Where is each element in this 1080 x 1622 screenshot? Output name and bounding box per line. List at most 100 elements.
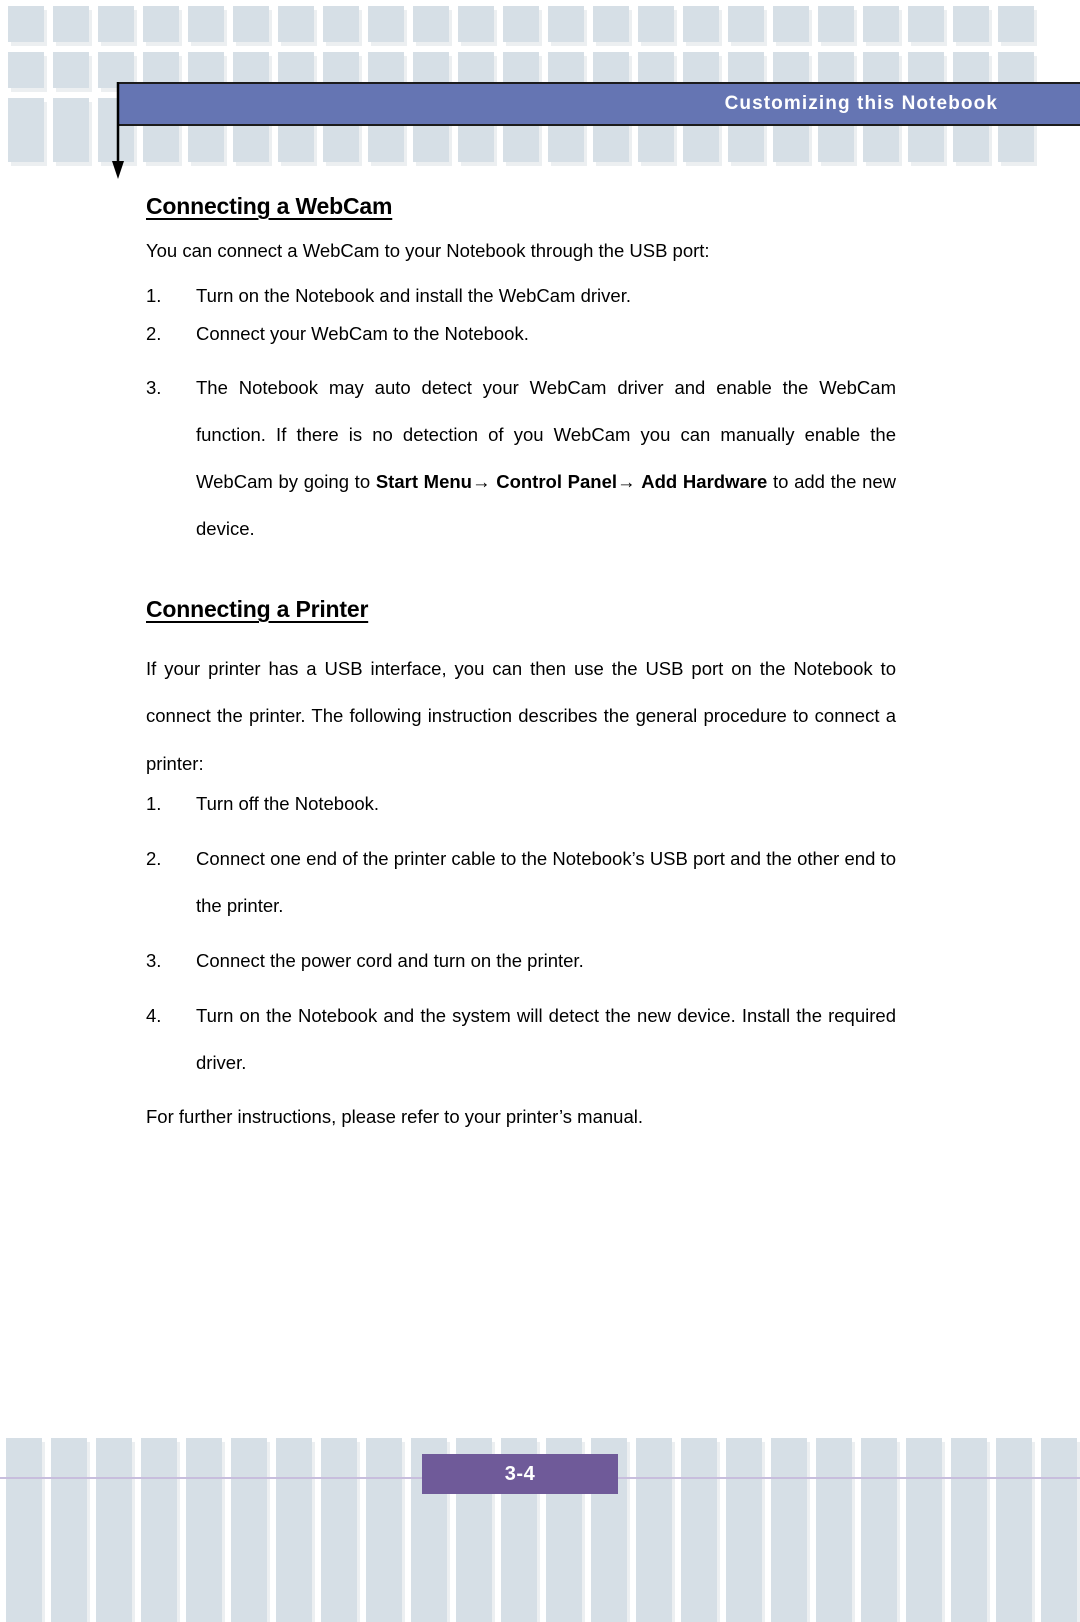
decorative-square — [233, 6, 269, 42]
section-heading-printer: Connecting a Printer — [146, 596, 369, 623]
decorative-square — [6, 1576, 42, 1622]
decorative-square — [231, 1576, 267, 1622]
decorative-square — [501, 1530, 537, 1576]
header-pattern-row — [0, 6, 1080, 42]
section-heading-webcam: Connecting a WebCam — [146, 193, 393, 219]
decorative-square — [411, 1530, 447, 1576]
list-item-number: 2. — [146, 323, 162, 344]
header-banner-title: Customizing this Notebook — [724, 93, 998, 114]
decorative-square — [6, 1484, 42, 1530]
decorative-square — [413, 6, 449, 42]
decorative-square — [1041, 1530, 1077, 1576]
decorative-square — [863, 126, 899, 162]
list-item: 2. Connect your WebCam to the Notebook. — [146, 323, 896, 344]
arrow-glyph-2: → — [617, 470, 636, 492]
emphasis-start-menu: Start Menu — [375, 470, 472, 492]
decorative-square — [276, 1484, 312, 1530]
decorative-square — [636, 1484, 672, 1530]
decorative-square — [951, 1576, 987, 1622]
decorative-square — [141, 1484, 177, 1530]
decorative-square — [816, 1530, 852, 1576]
decorative-square — [186, 1484, 222, 1530]
decorative-square — [818, 126, 854, 162]
decorative-square — [951, 1484, 987, 1530]
decorative-square — [278, 6, 314, 42]
decorative-square — [818, 6, 854, 42]
decorative-square — [278, 126, 314, 162]
list-item-text: Connect one end of the printer cable to … — [196, 848, 896, 917]
decorative-square — [413, 126, 449, 162]
decorative-square — [998, 126, 1034, 162]
decorative-square — [456, 1576, 492, 1622]
decorative-square — [636, 1530, 672, 1576]
decorative-square — [366, 1576, 402, 1622]
decorative-square — [861, 1484, 897, 1530]
list-item-number: 1. — [146, 792, 162, 814]
decorative-square — [906, 1484, 942, 1530]
printer-closing-paragraph: For further instructions, please refer t… — [146, 1106, 643, 1128]
emphasis-control-panel: Control Panel — [496, 470, 618, 492]
page-footer: 3-4 — [0, 1422, 1080, 1622]
decorative-square — [728, 6, 764, 42]
list-item: 3. The Notebook may auto detect your WebC… — [146, 364, 896, 553]
arrow-glyph-1: → — [471, 470, 491, 492]
decorative-square — [906, 1530, 942, 1576]
decorative-square — [53, 52, 89, 88]
decorative-square — [591, 1576, 627, 1622]
decorative-square — [1041, 1484, 1077, 1530]
decorative-square — [726, 1576, 762, 1622]
decorative-square — [458, 126, 494, 162]
decorative-square — [6, 1530, 42, 1576]
decorative-square — [143, 6, 179, 42]
header-pattern-row — [0, 126, 1080, 162]
decorative-square — [188, 6, 224, 42]
page-number: 3-4 — [504, 1462, 536, 1485]
decorative-square — [503, 6, 539, 42]
decorative-square — [996, 1484, 1032, 1530]
footer-pattern-row — [0, 1530, 1080, 1576]
decorative-square — [51, 1484, 87, 1530]
list-item-text: Turn on the Notebook and the system will… — [196, 1005, 896, 1074]
decorative-square — [323, 6, 359, 42]
decorative-square — [368, 6, 404, 42]
decorative-square — [591, 1530, 627, 1576]
decorative-square — [368, 126, 404, 162]
decorative-square — [681, 1576, 717, 1622]
decorative-square — [141, 1576, 177, 1622]
list-item-number: 1. — [146, 284, 162, 306]
decorative-square — [1041, 1576, 1077, 1622]
list-item: 4. Turn on the Notebook and the system wi… — [146, 992, 896, 1086]
list-item: 1. Turn on the Notebook and install the W… — [146, 284, 896, 306]
decorative-square — [53, 6, 89, 42]
decorative-square — [771, 1576, 807, 1622]
decorative-square — [996, 1576, 1032, 1622]
decorative-square — [771, 1484, 807, 1530]
printer-steps-list: 1. Turn off the Notebook. 2. Connect one e… — [146, 792, 896, 1087]
decorative-square — [501, 1576, 537, 1622]
webcam-intro-paragraph: You can connect a WebCam to your Noteboo… — [146, 240, 710, 261]
decorative-square — [548, 6, 584, 42]
decorative-square — [953, 126, 989, 162]
decorative-square — [276, 1576, 312, 1622]
decorative-square — [188, 126, 224, 162]
decorative-square — [773, 126, 809, 162]
decorative-square — [96, 1484, 132, 1530]
down-arrow-icon — [112, 82, 124, 179]
decorative-square — [638, 6, 674, 42]
decorative-square — [951, 1530, 987, 1576]
decorative-square — [143, 126, 179, 162]
decorative-square — [996, 1530, 1032, 1576]
document-body: Connecting a WebCam You can connect a We… — [146, 193, 896, 1127]
header-banner: Customizing this Notebook — [117, 82, 1080, 126]
decorative-square — [323, 126, 359, 162]
decorative-square — [96, 1530, 132, 1576]
decorative-square — [861, 1576, 897, 1622]
decorative-square — [503, 126, 539, 162]
decorative-square — [8, 52, 44, 88]
list-item-number: 3. — [146, 949, 162, 971]
list-item-number: 4. — [146, 1005, 162, 1027]
list-item-text: Turn off the Notebook. — [196, 792, 380, 814]
decorative-square — [456, 1530, 492, 1576]
decorative-square — [321, 1530, 357, 1576]
decorative-square — [683, 126, 719, 162]
